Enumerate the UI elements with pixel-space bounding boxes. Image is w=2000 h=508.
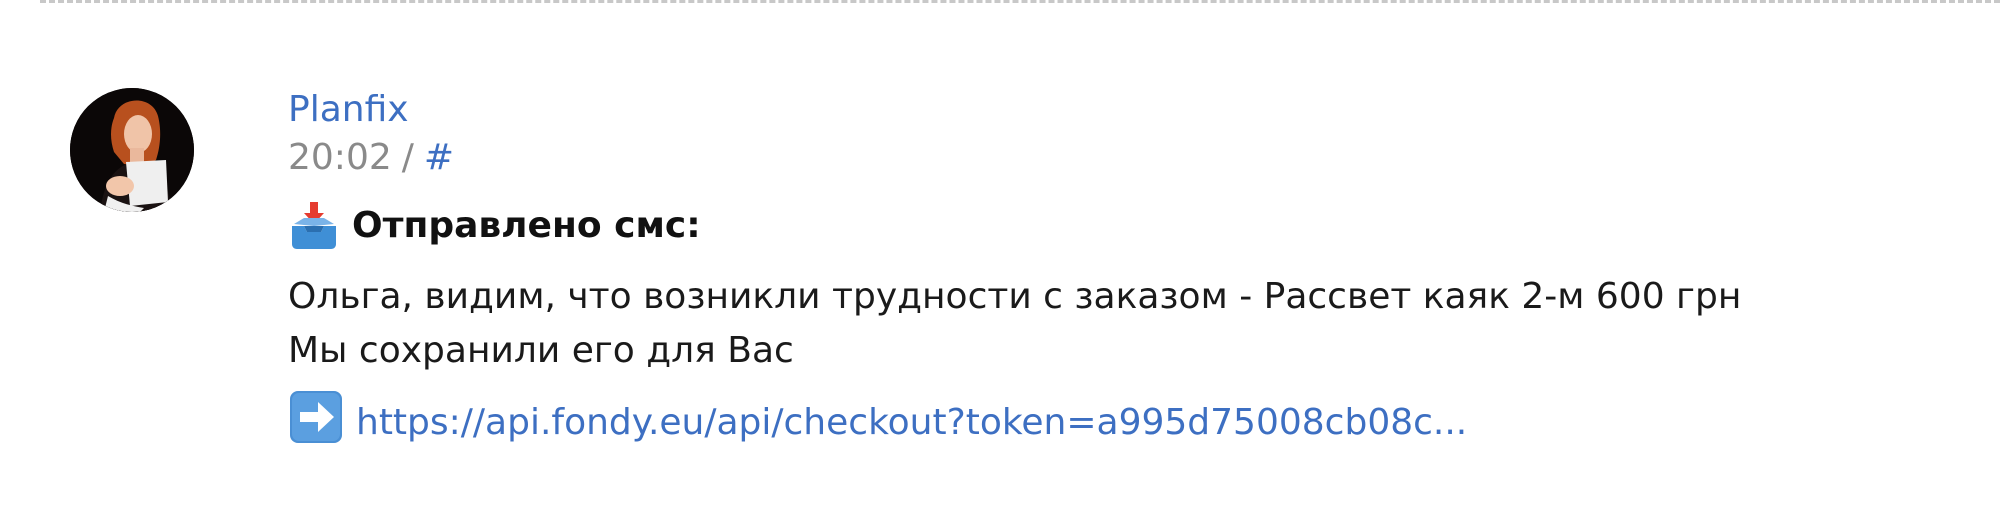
right-arrow-icon [288, 389, 344, 445]
comment-time: 20:02 [288, 137, 392, 178]
sms-body: Ольга, видим, что возникли трудности с з… [288, 270, 1888, 378]
comment-content: Planfix 20:02/# Отправлено смс: Ольга, в… [288, 88, 1888, 448]
checkout-link-row: https://api.fondy.eu/api/checkout?token=… [288, 386, 1888, 448]
dashed-divider [40, 0, 2000, 3]
sms-body-line: Мы сохранили его для Вас [288, 330, 794, 371]
avatar-image [70, 88, 194, 212]
outbox-tray-icon [288, 200, 340, 252]
checkout-link[interactable]: https://api.fondy.eu/api/checkout?token=… [356, 395, 1467, 451]
comment-anchor-link[interactable]: # [424, 137, 454, 178]
comment-meta: 20:02/# [288, 136, 1888, 180]
sms-body-line: Ольга, видим, что возникли трудности с з… [288, 276, 1742, 317]
sms-title: Отправлено смс: [352, 205, 701, 246]
sms-header: Отправлено смс: [288, 200, 1888, 252]
author-link[interactable]: Planfix [288, 88, 1888, 132]
avatar[interactable] [70, 88, 194, 212]
meta-separator: / [401, 137, 414, 178]
